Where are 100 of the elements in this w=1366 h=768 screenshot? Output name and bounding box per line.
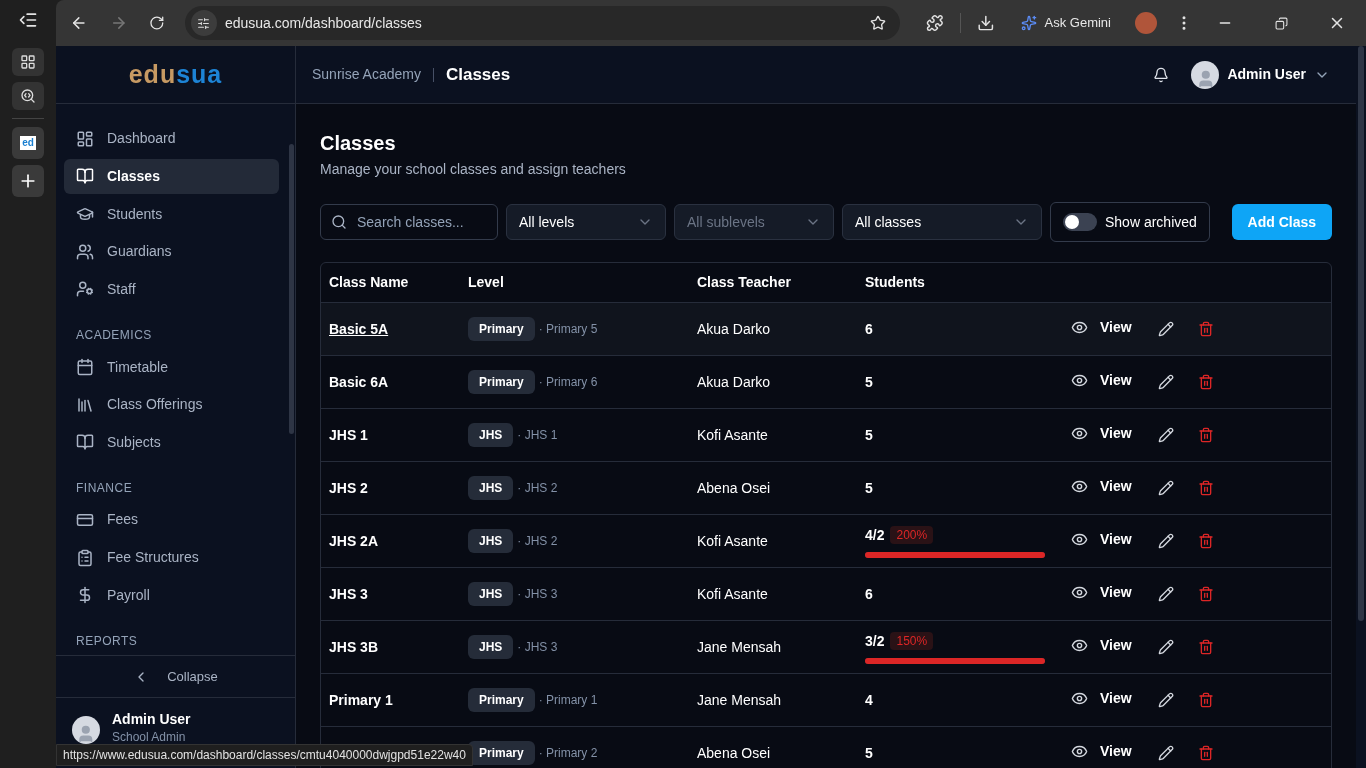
address-bar[interactable]: edusua.com/dashboard/classes bbox=[184, 6, 901, 40]
reload-icon[interactable] bbox=[149, 15, 165, 31]
calendar-icon bbox=[76, 358, 94, 376]
nav-item[interactable]: Students bbox=[64, 196, 279, 232]
edit-icon[interactable] bbox=[1157, 533, 1174, 549]
nav-item[interactable]: Dashboard bbox=[64, 121, 279, 157]
view-button[interactable]: View bbox=[1071, 582, 1132, 603]
view-button[interactable]: View bbox=[1071, 688, 1132, 709]
view-button[interactable]: View bbox=[1071, 423, 1132, 444]
search-field[interactable]: Search classes... bbox=[320, 204, 498, 240]
table-row[interactable]: JHS 2A JHS · JHS 2 Kofi Asante 4/2 200% View bbox=[321, 515, 1331, 568]
nav-item[interactable]: Staff bbox=[64, 271, 279, 308]
tab-button[interactable]: ed bbox=[12, 127, 44, 159]
book-icon bbox=[76, 433, 94, 452]
teacher-name: Jane Mensah bbox=[697, 690, 783, 710]
nav-item[interactable]: Classes bbox=[64, 158, 279, 195]
class-name[interactable]: JHS 2 bbox=[329, 479, 368, 496]
view-button[interactable]: View bbox=[1071, 317, 1132, 338]
table-row[interactable]: JHS 3B JHS · JHS 3 Jane Mensah 3/2 150% View bbox=[321, 621, 1331, 674]
class-name[interactable]: JHS 1 bbox=[329, 426, 368, 443]
view-button[interactable]: View bbox=[1071, 529, 1132, 550]
view-button[interactable]: View bbox=[1071, 635, 1132, 656]
scrollbar-thumb[interactable] bbox=[288, 144, 294, 434]
search-icon bbox=[20, 88, 36, 104]
delete-icon[interactable] bbox=[1197, 427, 1214, 443]
class-name[interactable]: Basic 6A bbox=[329, 373, 389, 390]
site-settings-icon[interactable] bbox=[190, 10, 217, 36]
edit-icon[interactable] bbox=[1157, 639, 1174, 655]
user-menu[interactable]: Admin User bbox=[1191, 60, 1330, 89]
table-row[interactable]: JHS 2 JHS · JHS 2 Abena Osei 5 View bbox=[321, 462, 1331, 515]
scrollbar-thumb[interactable] bbox=[1358, 46, 1364, 621]
edit-icon[interactable] bbox=[1157, 480, 1174, 496]
tab-search-button[interactable] bbox=[12, 82, 44, 110]
nav-item[interactable]: Fee Structures bbox=[64, 539, 279, 576]
nav-item[interactable]: Payroll bbox=[64, 577, 279, 614]
archived-toggle[interactable] bbox=[1063, 213, 1097, 231]
sidebar-toggle-icon[interactable] bbox=[18, 10, 38, 30]
gemini-button[interactable]: Ask Gemini bbox=[1014, 13, 1117, 33]
nav-item[interactable]: Timetable bbox=[64, 349, 279, 385]
delete-icon[interactable] bbox=[1197, 321, 1214, 337]
table-row[interactable]: Basic 5A Primary · Primary 5 Akua Darko 6 View bbox=[321, 303, 1331, 356]
edit-icon[interactable] bbox=[1157, 745, 1174, 761]
collapse-button[interactable]: Collapse bbox=[56, 655, 295, 697]
nav-item[interactable]: Guardians bbox=[64, 233, 279, 270]
student-count: 3/2 bbox=[865, 631, 885, 651]
filter-dropdown[interactable]: All levels bbox=[506, 204, 666, 240]
url-text: edusua.com/dashboard/classes bbox=[224, 13, 423, 33]
eye-icon bbox=[1071, 478, 1088, 495]
new-tab-button[interactable] bbox=[12, 165, 44, 197]
extensions-icon[interactable] bbox=[926, 14, 944, 32]
restore-icon[interactable] bbox=[1275, 16, 1288, 30]
logo[interactable]: edusua bbox=[128, 55, 223, 94]
student-count: 5 bbox=[865, 425, 873, 445]
view-button[interactable]: View bbox=[1071, 370, 1132, 391]
level-badge: Primary bbox=[468, 688, 535, 712]
table-row[interactable]: JHS 3 JHS · JHS 3 Kofi Asante 6 View bbox=[321, 568, 1331, 621]
table-row[interactable]: JHS 1 JHS · JHS 1 Kofi Asante 5 View bbox=[321, 409, 1331, 462]
class-name[interactable]: JHS 3 bbox=[329, 585, 368, 602]
edit-icon[interactable] bbox=[1157, 427, 1174, 443]
edit-icon[interactable] bbox=[1157, 692, 1174, 708]
class-name[interactable]: Primary 1 bbox=[329, 691, 393, 708]
delete-icon[interactable] bbox=[1197, 586, 1214, 602]
level-badge: JHS bbox=[468, 476, 514, 500]
notification-icon[interactable] bbox=[1153, 66, 1170, 83]
delete-icon[interactable] bbox=[1197, 692, 1214, 708]
class-name[interactable]: JHS 3B bbox=[329, 638, 379, 655]
sublevel-text: · JHS 2 bbox=[517, 480, 558, 497]
delete-icon[interactable] bbox=[1197, 639, 1214, 655]
nav-item[interactable]: Fees bbox=[64, 502, 279, 538]
view-button[interactable]: View bbox=[1071, 741, 1132, 762]
student-count: 4/2 bbox=[865, 525, 885, 545]
nav-item[interactable]: Subjects bbox=[64, 424, 279, 461]
tab-groups-button[interactable] bbox=[12, 48, 44, 76]
delete-icon[interactable] bbox=[1197, 480, 1214, 496]
school-name[interactable]: Sunrise Academy bbox=[312, 64, 421, 85]
class-name[interactable]: JHS 2A bbox=[329, 532, 379, 549]
sublevel-text: · JHS 2 bbox=[517, 533, 558, 550]
table-row[interactable]: Primary 1 Primary · Primary 1 Jane Mensah 4 View bbox=[321, 674, 1331, 727]
grid-icon bbox=[20, 54, 36, 70]
user-name: Admin User bbox=[112, 710, 191, 728]
teacher-name: Jane Mensah bbox=[697, 637, 783, 657]
delete-icon[interactable] bbox=[1197, 745, 1214, 761]
edit-icon[interactable] bbox=[1157, 586, 1174, 602]
table-row[interactable]: Basic 6A Primary · Primary 6 Akua Darko 5 View bbox=[321, 356, 1331, 409]
delete-icon[interactable] bbox=[1197, 533, 1214, 549]
sublevel-text: · Primary 5 bbox=[538, 321, 598, 338]
bookmark-icon[interactable] bbox=[870, 15, 887, 31]
eye-icon bbox=[1071, 425, 1088, 442]
view-button[interactable]: View bbox=[1071, 476, 1132, 497]
profile-icon[interactable] bbox=[1135, 12, 1157, 34]
edit-icon[interactable] bbox=[1157, 321, 1174, 337]
back-icon[interactable] bbox=[70, 14, 88, 32]
delete-icon[interactable] bbox=[1197, 374, 1214, 390]
class-name[interactable]: Basic 5A bbox=[329, 320, 389, 337]
page-title: Classes bbox=[445, 63, 511, 86]
search-icon bbox=[331, 214, 347, 230]
filter-dropdown[interactable]: All classes bbox=[842, 204, 1042, 240]
nav-item[interactable]: Class Offerings bbox=[64, 386, 279, 423]
download-icon[interactable] bbox=[976, 14, 995, 32]
edit-icon[interactable] bbox=[1157, 374, 1174, 390]
